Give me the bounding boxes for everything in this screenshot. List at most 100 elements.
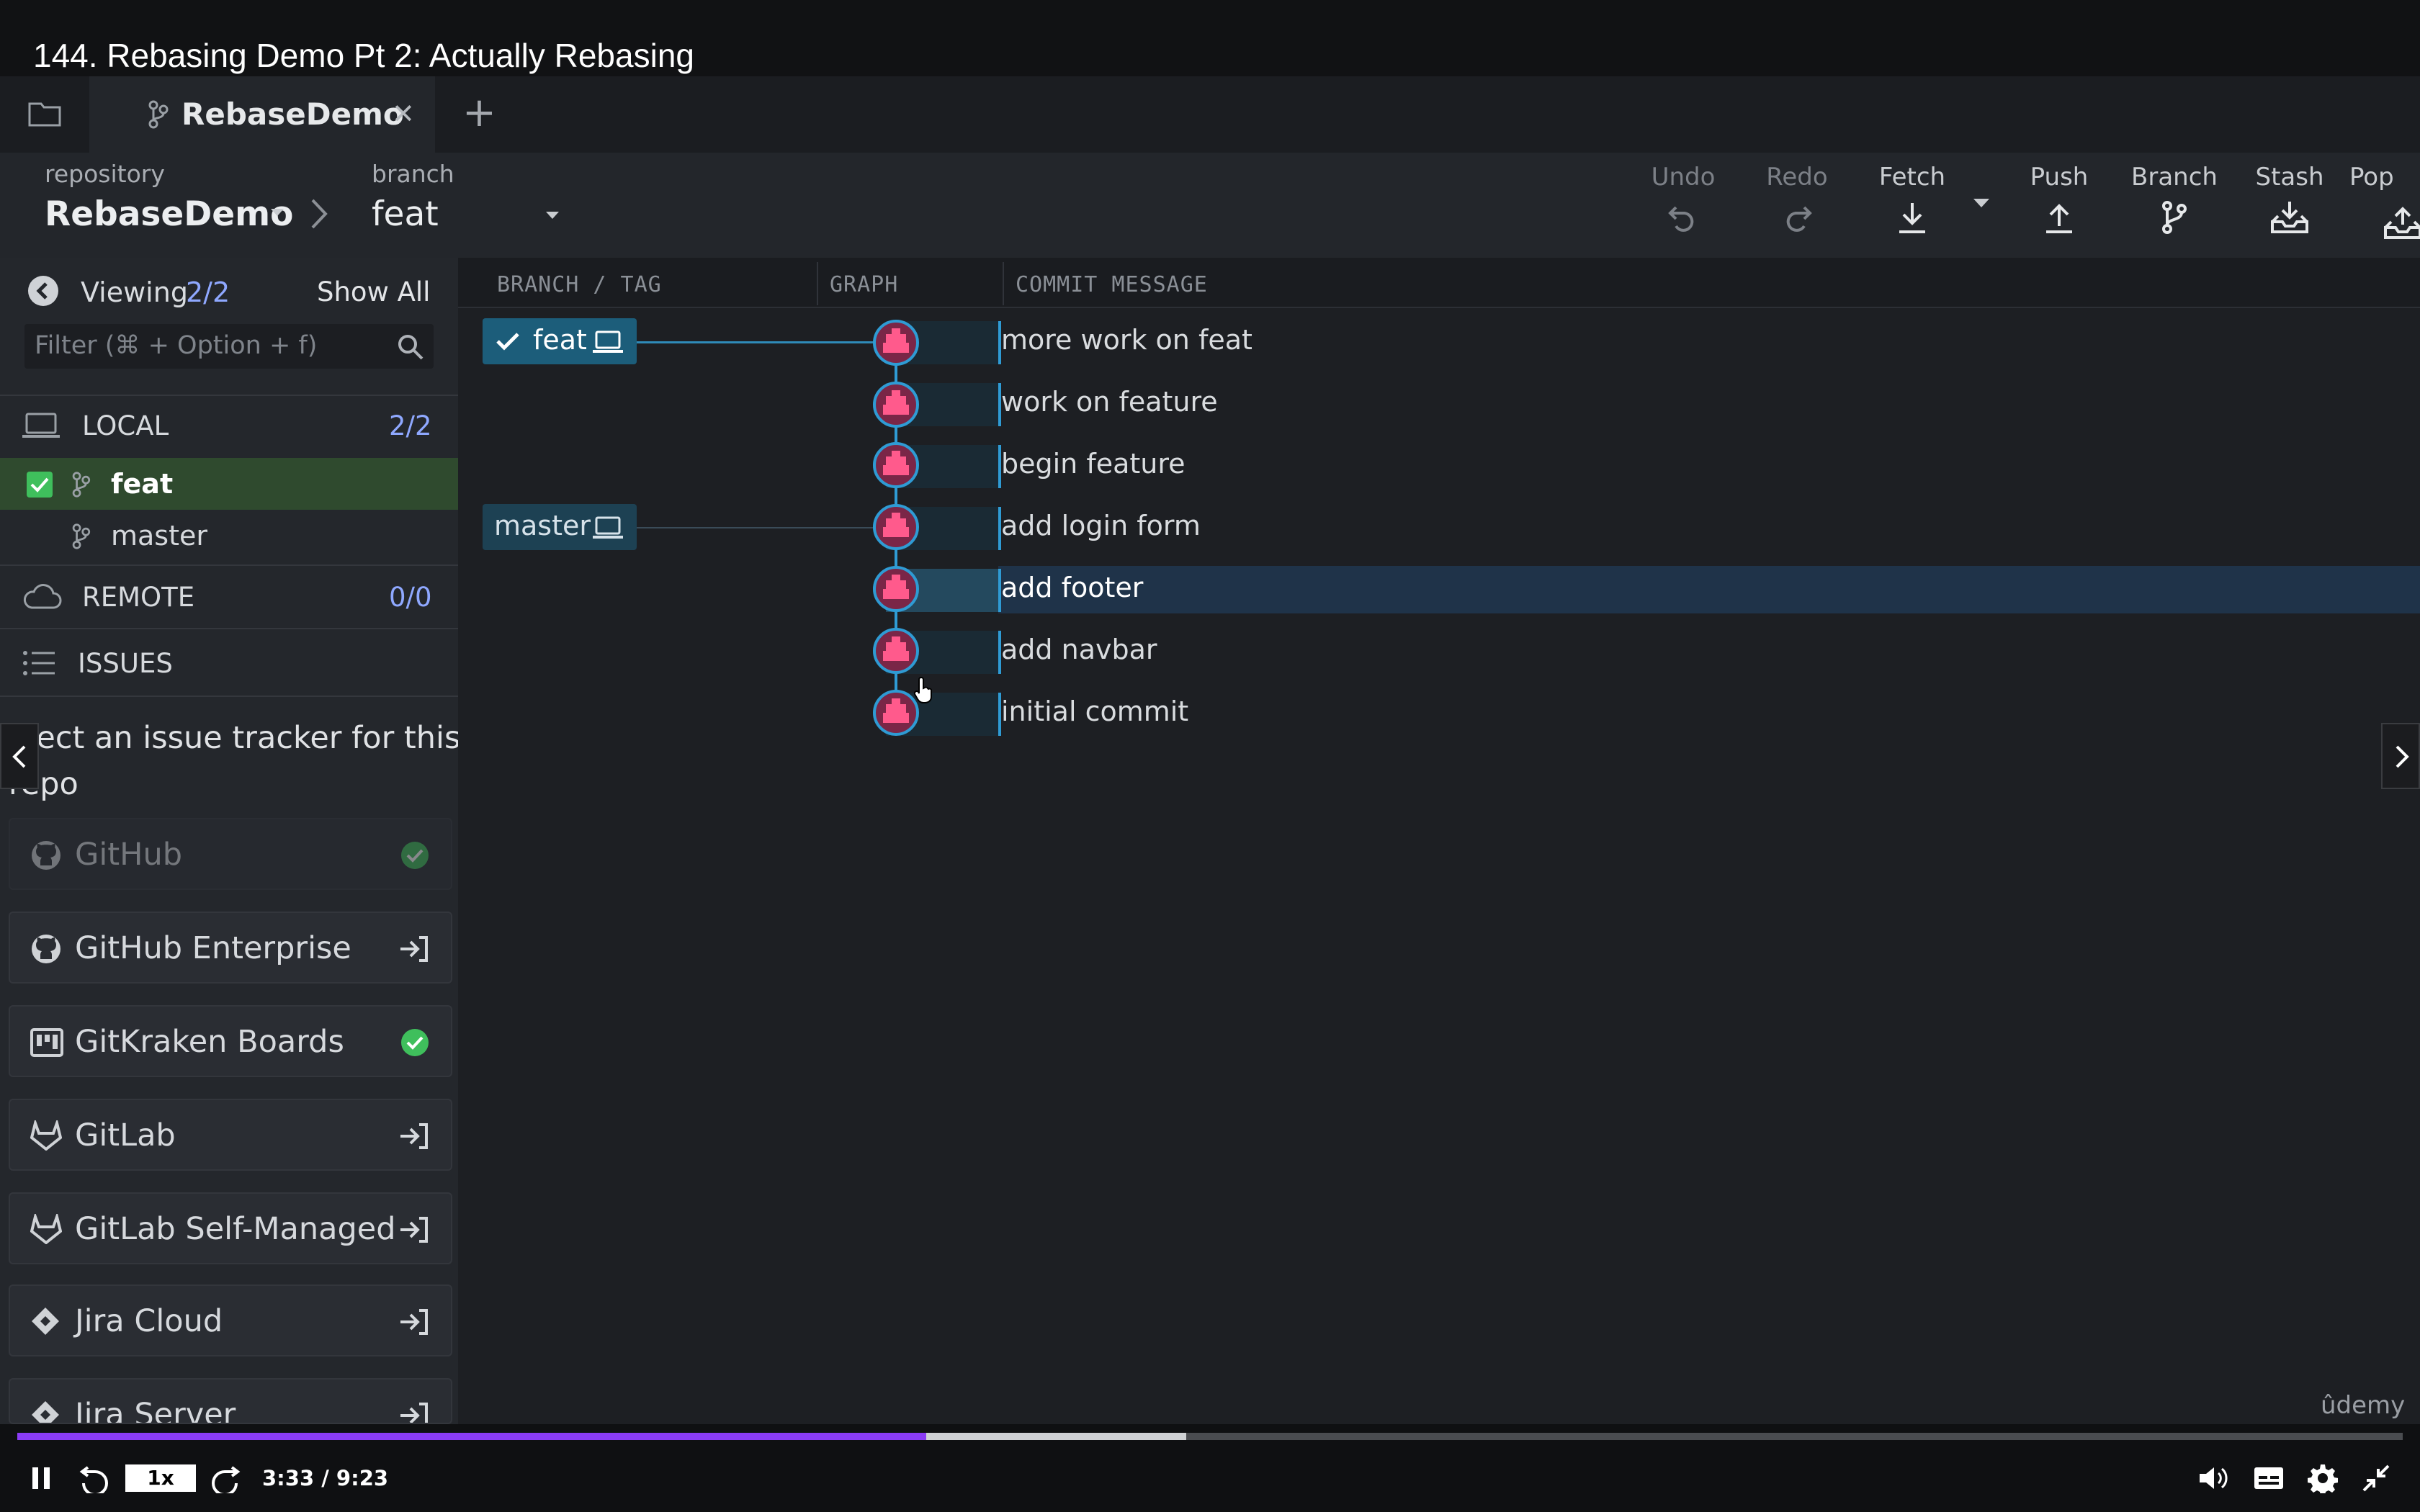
- next-slide-button[interactable]: [2381, 723, 2420, 789]
- redo-label: Redo: [1766, 163, 1828, 192]
- avatar-icon: [873, 566, 919, 612]
- rewind-icon[interactable]: [79, 1462, 111, 1493]
- graph-column-header[interactable]: GRAPH: [830, 272, 898, 297]
- undo-button[interactable]: Undo: [1629, 163, 1737, 235]
- stash-label: Stash: [2255, 163, 2324, 192]
- volume-icon[interactable]: [2198, 1464, 2230, 1492]
- tracker-label: GitHub: [75, 837, 183, 873]
- divider: [0, 395, 458, 396]
- back-circle-icon[interactable]: [27, 275, 59, 307]
- column-header-bar: [458, 258, 2420, 308]
- commit-message[interactable]: work on feature: [1001, 386, 1218, 418]
- check-circle-icon: [400, 841, 429, 870]
- check-circle-icon: [400, 1028, 429, 1057]
- laptop-icon: [593, 516, 623, 539]
- chevron-left-icon: [12, 745, 26, 768]
- push-label: Push: [2030, 163, 2089, 192]
- local-label: LOCAL: [82, 410, 169, 441]
- selected-row-highlight: [998, 566, 2420, 613]
- branch-select[interactable]: feat: [372, 194, 439, 234]
- issues-section-header[interactable]: ISSUES: [0, 634, 458, 693]
- branch-icon: [147, 99, 169, 130]
- commit-message[interactable]: begin feature: [1001, 448, 1186, 480]
- exit-fullscreen-icon[interactable]: [2362, 1464, 2390, 1492]
- gitlab-icon: [30, 1214, 62, 1244]
- tracker-jira-server[interactable]: Jira Server: [9, 1378, 452, 1424]
- branch-action-label: Branch: [2131, 163, 2218, 192]
- branch-tag-master[interactable]: master: [483, 504, 637, 550]
- commit-node[interactable]: [871, 380, 920, 429]
- branch-label: branch: [372, 160, 454, 188]
- playback-speed-button[interactable]: 1x: [125, 1464, 196, 1492]
- tracker-label: GitKraken Boards: [75, 1024, 344, 1060]
- push-button[interactable]: Push: [2005, 163, 2113, 235]
- close-tab-icon[interactable]: ✕: [392, 98, 415, 130]
- progress-track[interactable]: [17, 1433, 2403, 1440]
- commit-node[interactable]: [871, 318, 920, 367]
- udemy-watermark: ûdemy: [2321, 1391, 2406, 1420]
- tracker-gitkraken-boards[interactable]: GitKraken Boards: [9, 1005, 452, 1077]
- settings-gear-icon[interactable]: [2308, 1463, 2338, 1493]
- folder-icon[interactable]: [27, 99, 62, 128]
- branch-tag-feat[interactable]: feat: [483, 318, 637, 364]
- tracker-gitlab-self-managed[interactable]: GitLab Self-Managed: [9, 1192, 452, 1264]
- repository-label: repository: [45, 160, 165, 188]
- local-section-header[interactable]: LOCAL 2/2: [0, 400, 458, 451]
- boards-icon: [30, 1027, 63, 1058]
- prev-slide-button[interactable]: [0, 723, 39, 789]
- commit-message[interactable]: add navbar: [1001, 634, 1157, 665]
- remote-section-header[interactable]: REMOTE 0/0: [0, 570, 458, 625]
- avatar-icon: [873, 442, 919, 488]
- add-tab-button[interactable]: +: [462, 89, 496, 136]
- captions-icon[interactable]: [2253, 1466, 2285, 1490]
- tracker-label: GitLab: [75, 1117, 176, 1153]
- commit-message[interactable]: initial commit: [1001, 696, 1188, 727]
- pop-button[interactable]: Pop: [2338, 163, 2420, 242]
- laptop-icon: [22, 412, 60, 439]
- remote-label: REMOTE: [82, 582, 195, 613]
- avatar-icon: [873, 504, 919, 550]
- repository-select[interactable]: RebaseDemo: [45, 194, 293, 234]
- branch-item-feat[interactable]: feat: [0, 458, 458, 510]
- commit-node[interactable]: [871, 564, 920, 613]
- column-divider[interactable]: [817, 262, 818, 305]
- commit-node[interactable]: [871, 626, 920, 675]
- hand-cursor-icon: [913, 677, 935, 704]
- branch-dropdown-icon[interactable]: [544, 210, 560, 220]
- commit-message[interactable]: add login form: [1001, 510, 1201, 541]
- tracker-jira-cloud[interactable]: Jira Cloud: [9, 1284, 452, 1356]
- redo-button[interactable]: Redo: [1743, 163, 1851, 235]
- fetch-label: Fetch: [1878, 163, 1946, 192]
- checkbox-checked-icon[interactable]: [26, 471, 53, 498]
- message-column-header[interactable]: COMMIT MESSAGE: [1016, 272, 1208, 297]
- forward-icon[interactable]: [209, 1462, 241, 1493]
- commit-message[interactable]: more work on feat: [1001, 324, 1252, 356]
- tracker-gitlab[interactable]: GitLab: [9, 1099, 452, 1171]
- commit-node[interactable]: [871, 503, 920, 552]
- column-divider[interactable]: [1003, 262, 1004, 305]
- filter-field[interactable]: Filter (⌘ + Option + f): [24, 324, 434, 369]
- stash-button[interactable]: Stash: [2236, 163, 2344, 235]
- branch-tag-label: feat: [533, 324, 587, 356]
- divider: [0, 628, 458, 629]
- show-all-button[interactable]: Show All: [317, 276, 430, 307]
- branch-item-master[interactable]: master: [0, 510, 458, 562]
- divider: [0, 696, 458, 697]
- cloud-icon: [22, 583, 62, 611]
- upload-icon: [2046, 204, 2072, 233]
- repository-dropdown-icon[interactable]: [269, 207, 285, 217]
- tracker-github-enterprise[interactable]: GitHub Enterprise: [9, 912, 452, 984]
- commit-message-selected[interactable]: add footer: [1001, 572, 1143, 603]
- video-title: 144. Rebasing Demo Pt 2: Actually Rebasi…: [33, 37, 694, 74]
- video-title-bar: 144. Rebasing Demo Pt 2: Actually Rebasi…: [0, 0, 2420, 76]
- tracker-github[interactable]: GitHub: [9, 818, 452, 890]
- branch-button[interactable]: Branch: [2120, 163, 2228, 235]
- pause-icon[interactable]: [30, 1466, 52, 1490]
- sign-in-icon: [398, 1401, 429, 1423]
- branch-tag-column-header[interactable]: BRANCH / TAG: [497, 272, 662, 297]
- commit-node[interactable]: [871, 441, 920, 490]
- fetch-dropdown-icon[interactable]: [1972, 197, 1991, 209]
- fetch-button[interactable]: Fetch: [1858, 163, 1966, 235]
- viewing-label: Viewing: [81, 276, 188, 308]
- tab-rebasedemo[interactable]: RebaseDemo ✕: [89, 76, 435, 153]
